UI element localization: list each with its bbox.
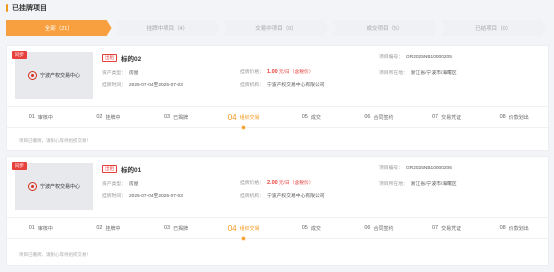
logo-emblem-icon: [27, 182, 37, 191]
status-tabs: 全部（21） 挂牌中项目（4） 交易中项目（0） 成交项目（5） 已结项目（0）: [6, 20, 549, 36]
step-payment: 08 价款划出: [499, 114, 529, 121]
step-payment: 08 价款划出: [499, 225, 529, 232]
listing-org: 挂牌机构： 宁波产权交易中心有限公司: [240, 83, 325, 88]
tab-listing[interactable]: 挂牌中项目（4）: [115, 20, 221, 36]
project-card[interactable]: 同步 宁波产权交易中心 出租 标的02 项目编号： GR2025NB1000020…: [6, 45, 549, 151]
progress-steps: 01 审核中 02 挂牌中 03 已揭牌 04 组织交易 05 成交 06 合同签约 07 交…: [7, 106, 548, 130]
step-organize-trade: 04 组织交易: [210, 107, 278, 130]
listing-time: 挂牌时间： 2025-07-04至2025-07-03: [102, 194, 183, 199]
tab-trading[interactable]: 交易中项目（0）: [223, 20, 329, 36]
logo-emblem-icon: [27, 71, 37, 80]
status-note: 项目已撤牌，请耐心等待组织交易！: [19, 252, 91, 257]
sync-ribbon: 同步: [12, 51, 27, 59]
asset-type: 资产类型： 房屋: [102, 182, 139, 187]
step-delisted: 03 已揭牌: [163, 114, 189, 121]
project-location: 项目所在地： 浙江省/宁波市/海曙区: [379, 182, 457, 187]
step-voucher: 07 交易凭证: [431, 225, 462, 232]
asset-type: 资产类型： 房屋: [102, 71, 139, 76]
step-listing: 02 挂牌中: [96, 114, 121, 121]
progress-steps: 01 审核中 02 挂牌中 03 已揭牌 04 组织交易 05 成交 06 合同签约 07 交…: [7, 217, 548, 241]
object-name[interactable]: 标的02: [121, 53, 141, 63]
page: 已挂牌项目 全部（21） 挂牌中项目（4） 交易中项目（0） 成交项目（5） 已…: [0, 0, 554, 272]
current-step-indicator: [241, 125, 247, 130]
project-location: 项目所在地： 浙江省/宁波市/海曙区: [379, 71, 457, 76]
step-deal: 05 成交: [301, 225, 321, 232]
listing-org: 挂牌机构： 宁波产权交易中心有限公司: [240, 194, 325, 199]
section-header: 已挂牌项目: [6, 3, 47, 13]
tab-closed-deal[interactable]: 成交项目（5）: [332, 20, 438, 36]
step-voucher: 07 交易凭证: [431, 114, 462, 121]
project-number: 项目编号： GR2025NB10000206: [379, 166, 452, 171]
listing-price: 挂牌价格： 1.00元/日（含税价）: [240, 69, 314, 75]
exchange-logo: 宁波产权交易中心: [27, 71, 80, 80]
step-review: 01 审核中: [28, 225, 53, 232]
step-delisted: 03 已揭牌: [163, 225, 189, 232]
current-step-indicator: [241, 236, 247, 241]
step-organize-trade: 04 组织交易: [210, 218, 278, 241]
step-review: 01 审核中: [28, 114, 53, 121]
lease-tag: 出租: [102, 165, 117, 173]
step-deal: 05 成交: [301, 114, 321, 121]
exchange-logo: 宁波产权交易中心: [27, 182, 80, 191]
section-title: 已挂牌项目: [12, 5, 47, 12]
step-contract: 06 合同签约: [364, 114, 394, 121]
project-thumbnail[interactable]: 宁波产权交易中心: [15, 52, 93, 99]
listing-time: 挂牌时间： 2025-07-04至2025-07-03: [102, 83, 183, 88]
step-contract: 06 合同签约: [364, 225, 394, 232]
project-card[interactable]: 同步 宁波产权交易中心 出租 标的01 项目编号： GR2025NB1000020…: [6, 156, 549, 266]
sync-ribbon: 同步: [12, 162, 27, 170]
tab-all[interactable]: 全部（21）: [6, 20, 112, 36]
project-number: 项目编号： GR2025NB10000205: [379, 55, 452, 60]
step-listing: 02 挂牌中: [96, 225, 121, 232]
tab-finished[interactable]: 已结项目（0）: [440, 20, 546, 36]
section-accent-bar: [6, 4, 8, 12]
listing-price: 挂牌价格： 2.00元/日（含税价）: [240, 180, 314, 186]
lease-tag: 出租: [102, 54, 117, 62]
object-name[interactable]: 标的01: [121, 164, 141, 174]
status-note: 项目已撤牌，请耐心等待组织交易！: [19, 138, 91, 143]
project-thumbnail[interactable]: 宁波产权交易中心: [15, 163, 93, 210]
